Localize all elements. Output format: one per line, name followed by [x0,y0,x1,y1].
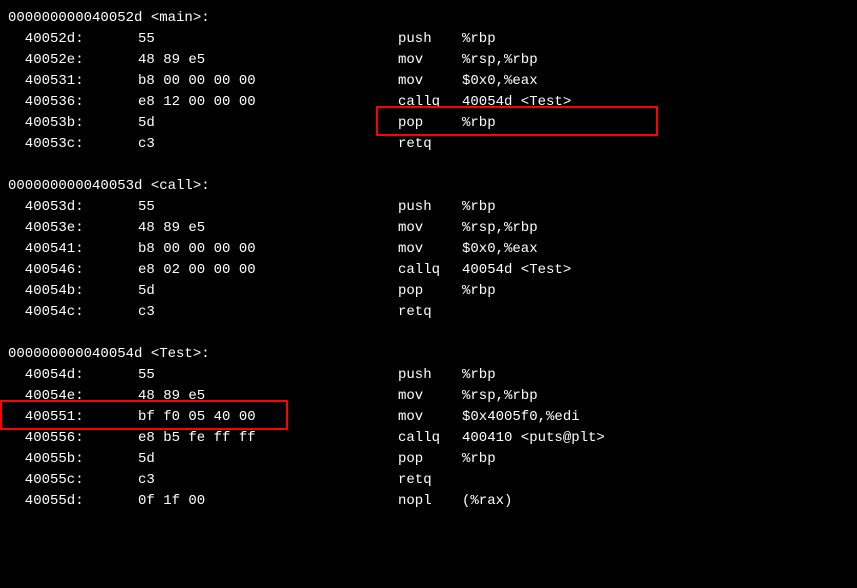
bytes: 5d [138,281,398,302]
asm-line: 40052d:55push%rbp [8,29,849,50]
bytes: 5d [138,449,398,470]
mnemonic: nopl [398,491,462,512]
asm-line: 40055b:5dpop%rbp [8,449,849,470]
operands: %rbp [462,197,496,218]
disassembly-output: 000000000040052d <main>: 40052d:55push%r… [8,8,849,512]
mnemonic: pop [398,281,462,302]
addr: 40052e: [8,50,138,71]
bytes: 55 [138,197,398,218]
asm-line: 400536:e8 12 00 00 00callq40054d <Test> [8,92,849,113]
asm-line: 40053b:5dpop%rbp [8,113,849,134]
addr: 40055b: [8,449,138,470]
bytes: b8 00 00 00 00 [138,71,398,92]
operands: %rsp,%rbp [462,218,538,239]
mnemonic: mov [398,386,462,407]
operands: %rsp,%rbp [462,386,538,407]
asm-line: 40053d:55push%rbp [8,197,849,218]
asm-line: 400556:e8 b5 fe ff ffcallq400410 <puts@p… [8,428,849,449]
bytes: c3 [138,134,398,155]
addr: 40053b: [8,113,138,134]
asm-line: 40055d:0f 1f 00nopl(%rax) [8,491,849,512]
blank-line [8,155,849,176]
asm-line: 400546:e8 02 00 00 00callq40054d <Test> [8,260,849,281]
addr: 400551: [8,407,138,428]
bytes: 55 [138,365,398,386]
bytes: e8 02 00 00 00 [138,260,398,281]
addr: 400546: [8,260,138,281]
bytes: 0f 1f 00 [138,491,398,512]
addr: 40053c: [8,134,138,155]
bytes: c3 [138,470,398,491]
mnemonic: callq [398,92,462,113]
mnemonic: mov [398,239,462,260]
bytes: b8 00 00 00 00 [138,239,398,260]
bytes: 48 89 e5 [138,386,398,407]
operands: %rbp [462,29,496,50]
operands: %rbp [462,113,496,134]
addr: 40054e: [8,386,138,407]
operands: %rsp,%rbp [462,50,538,71]
blank-line [8,323,849,344]
addr: 400556: [8,428,138,449]
addr: 40055c: [8,470,138,491]
mnemonic: mov [398,218,462,239]
operands: $0x4005f0,%edi [462,407,580,428]
mnemonic: retq [398,134,462,155]
operands: %rbp [462,365,496,386]
bytes: 48 89 e5 [138,50,398,71]
bytes: 5d [138,113,398,134]
mnemonic: callq [398,260,462,281]
bytes: e8 12 00 00 00 [138,92,398,113]
addr: 400541: [8,239,138,260]
addr: 40053e: [8,218,138,239]
addr: 40054c: [8,302,138,323]
asm-line: 40053c:c3retq [8,134,849,155]
asm-line: 40052e:48 89 e5mov%rsp,%rbp [8,50,849,71]
asm-line: 40054c:c3retq [8,302,849,323]
mnemonic: retq [398,470,462,491]
mnemonic: mov [398,407,462,428]
addr: 40054b: [8,281,138,302]
asm-line: 400551:bf f0 05 40 00mov$0x4005f0,%edi [8,407,849,428]
bytes: bf f0 05 40 00 [138,407,398,428]
addr: 40055d: [8,491,138,512]
mnemonic: push [398,29,462,50]
mnemonic: pop [398,449,462,470]
asm-line: 40054b:5dpop%rbp [8,281,849,302]
operands: $0x0,%eax [462,71,538,92]
symbol-header-call: 000000000040053d <call>: [8,176,849,197]
asm-line: 40054d:55push%rbp [8,365,849,386]
addr: 40054d: [8,365,138,386]
bytes: c3 [138,302,398,323]
addr: 40052d: [8,29,138,50]
mnemonic: push [398,365,462,386]
asm-line: 40053e:48 89 e5mov%rsp,%rbp [8,218,849,239]
operands: %rbp [462,281,496,302]
asm-line: 40054e:48 89 e5mov%rsp,%rbp [8,386,849,407]
bytes: 55 [138,29,398,50]
addr: 400531: [8,71,138,92]
asm-line: 400541:b8 00 00 00 00mov$0x0,%eax [8,239,849,260]
operands: %rbp [462,449,496,470]
addr: 400536: [8,92,138,113]
operands: 400410 <puts@plt> [462,428,605,449]
symbol-header-test: 000000000040054d <Test>: [8,344,849,365]
mnemonic: retq [398,302,462,323]
asm-line: 400531:b8 00 00 00 00mov$0x0,%eax [8,71,849,92]
operands: 40054d <Test> [462,92,571,113]
mnemonic: pop [398,113,462,134]
mnemonic: mov [398,71,462,92]
asm-line: 40055c:c3retq [8,470,849,491]
mnemonic: mov [398,50,462,71]
mnemonic: callq [398,428,462,449]
bytes: e8 b5 fe ff ff [138,428,398,449]
operands: $0x0,%eax [462,239,538,260]
bytes: 48 89 e5 [138,218,398,239]
operands: 40054d <Test> [462,260,571,281]
mnemonic: push [398,197,462,218]
addr: 40053d: [8,197,138,218]
symbol-header-main: 000000000040052d <main>: [8,8,849,29]
operands: (%rax) [462,491,512,512]
